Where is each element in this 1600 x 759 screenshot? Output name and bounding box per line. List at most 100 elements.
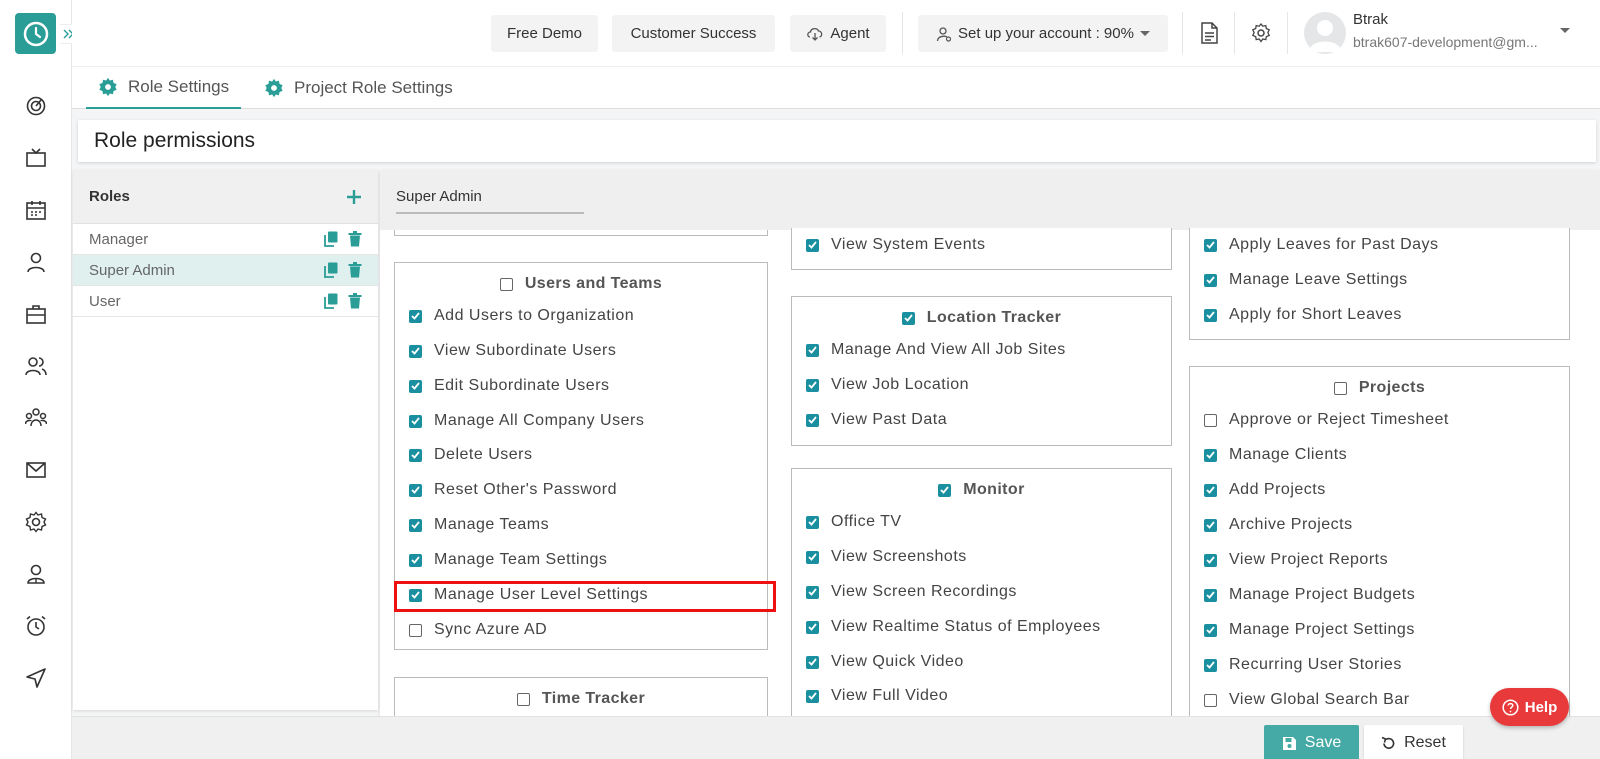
checkbox[interactable] [409,344,422,358]
permission-item[interactable]: Approve or Reject Timesheet [1204,411,1449,429]
reset-button[interactable]: Reset [1364,725,1463,759]
gear-icon[interactable] [1248,20,1274,46]
checkbox[interactable] [806,655,819,669]
checkbox[interactable] [806,378,819,392]
permission-item[interactable]: View Subordinate Users [409,342,616,360]
user-nav-icon[interactable] [23,249,49,275]
permission-item[interactable]: View Project Reports [1204,551,1388,569]
free-demo-button[interactable]: Free Demo [491,15,598,52]
checkbox[interactable] [409,623,422,637]
tv-nav-icon[interactable] [23,145,49,171]
copy-icon[interactable] [324,262,338,278]
checkbox[interactable] [409,309,422,323]
checkbox[interactable] [806,550,819,564]
app-logo[interactable] [15,13,56,54]
user-menu-caret-icon[interactable] [1560,28,1570,34]
permission-item[interactable]: Manage Project Budgets [1204,586,1415,604]
permission-item[interactable]: View Screenshots [806,548,967,566]
setup-account-dropdown[interactable]: Set up your account : 90% [918,15,1168,52]
permission-item-manage-user-level-settings[interactable]: Manage User Level Settings [409,586,648,604]
briefcase-nav-icon[interactable] [23,301,49,327]
checkbox[interactable] [1204,623,1217,637]
permission-item[interactable]: Manage Team Settings [409,551,607,569]
permission-item[interactable]: Manage All Company Users [409,412,644,430]
checkbox[interactable] [409,379,422,393]
role-item-manager[interactable]: Manager [73,224,378,255]
checkbox[interactable] [1204,658,1217,672]
checkbox[interactable] [1204,588,1217,602]
permission-item[interactable]: Reset Other's Password [409,481,617,499]
checkbox[interactable] [409,414,422,428]
mail-nav-icon[interactable] [23,457,49,483]
tab-role-settings[interactable]: Role Settings [86,67,242,109]
permission-item[interactable]: Edit Subordinate Users [409,377,610,395]
permission-item[interactable]: View Screen Recordings [806,583,1017,601]
checkbox[interactable] [806,343,819,357]
checkbox[interactable] [409,483,422,497]
checkbox[interactable] [1204,693,1217,707]
permission-item[interactable]: Apply for Short Leaves [1204,306,1402,324]
permission-item[interactable]: Manage Project Settings [1204,621,1415,639]
checkbox[interactable] [1204,553,1217,567]
checkbox[interactable] [806,689,819,703]
copy-icon[interactable] [324,231,338,247]
permission-item[interactable]: Sync Azure AD [409,621,547,639]
checkbox[interactable] [1204,238,1217,252]
checkbox[interactable] [1204,483,1217,497]
checkbox[interactable] [1204,448,1217,462]
settings-nav-icon[interactable] [23,509,49,535]
role-item-super-admin[interactable]: Super Admin [73,255,378,286]
send-nav-icon[interactable] [23,665,49,691]
checkbox[interactable] [1204,308,1217,322]
permission-item[interactable]: Apply Leaves for Past Days [1204,236,1439,254]
role-name-input[interactable]: Super Admin [396,180,584,214]
section-checkbox[interactable] [901,311,915,325]
section-checkbox[interactable] [516,692,530,706]
agent-button[interactable]: Agent [790,15,886,52]
delete-icon[interactable] [348,262,362,278]
permission-item[interactable]: View Full Video [806,687,948,705]
permission-item[interactable]: Manage Clients [1204,446,1347,464]
section-checkbox[interactable] [1333,381,1347,395]
permission-item[interactable]: Manage And View All Job Sites [806,341,1066,359]
checkbox[interactable] [409,448,422,462]
profile-nav-icon[interactable] [23,561,49,587]
permission-item[interactable]: View Past Data [806,411,947,429]
permission-item[interactable]: Archive Projects [1204,516,1353,534]
permission-item[interactable]: View Global Search Bar [1204,691,1410,709]
permission-item[interactable]: Add Projects [1204,481,1326,499]
permission-item[interactable]: Manage Teams [409,516,549,534]
checkbox[interactable] [806,585,819,599]
permission-item[interactable]: Delete Users [409,446,532,464]
team-nav-icon[interactable] [23,405,49,431]
permission-item[interactable]: View Realtime Status of Employees [806,618,1101,636]
document-icon[interactable] [1196,20,1222,46]
permission-item[interactable]: View Quick Video [806,653,964,671]
checkbox[interactable] [806,238,819,252]
add-role-icon[interactable] [346,189,362,205]
permission-item[interactable]: View System Events [806,236,986,254]
checkbox[interactable] [409,518,422,532]
permission-item[interactable]: Recurring User Stories [1204,656,1402,674]
role-item-user[interactable]: User [73,286,378,317]
checkbox[interactable] [409,588,422,602]
copy-icon[interactable] [324,293,338,309]
calendar-nav-icon[interactable] [23,197,49,223]
alarm-nav-icon[interactable] [23,613,49,639]
customer-success-button[interactable]: Customer Success [612,15,775,52]
delete-icon[interactable] [348,231,362,247]
avatar[interactable] [1304,12,1346,54]
checkbox[interactable] [806,620,819,634]
checkbox[interactable] [1204,413,1217,427]
checkbox[interactable] [806,413,819,427]
checkbox[interactable] [1204,273,1217,287]
permission-item[interactable]: Manage Leave Settings [1204,271,1408,289]
checkbox[interactable] [806,515,819,529]
users-nav-icon[interactable] [23,353,49,379]
tab-project-role-settings[interactable]: Project Role Settings [252,67,465,109]
help-button[interactable]: Help [1490,688,1569,726]
checkbox[interactable] [409,553,422,567]
permission-item[interactable]: Add Users to Organization [409,307,634,325]
save-button[interactable]: Save [1264,725,1359,759]
delete-icon[interactable] [348,293,362,309]
